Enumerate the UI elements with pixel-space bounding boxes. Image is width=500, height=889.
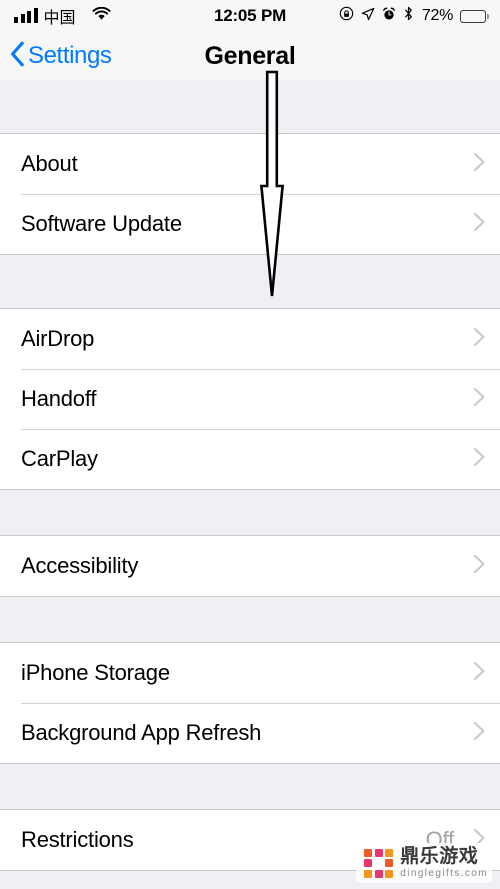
list-item[interactable]: AirDrop [0, 309, 500, 369]
bluetooth-icon [403, 6, 414, 26]
list-item-label: CarPlay [21, 446, 98, 471]
chevron-right-icon [466, 444, 492, 475]
location-arrow-icon [361, 6, 375, 26]
chevron-right-icon [466, 658, 492, 689]
list-item[interactable]: About [0, 134, 500, 194]
status-bar-left: 中国 [14, 4, 250, 28]
wifi-icon [91, 6, 111, 26]
status-bar: 中国 12:05 PM 72% [0, 0, 500, 32]
list-item[interactable]: iPhone Storage [0, 643, 500, 703]
carrier-label: 中国 [43, 8, 76, 27]
list-item[interactable]: Accessibility [0, 536, 500, 596]
battery-icon [460, 9, 489, 23]
list-item[interactable]: Software Update [0, 194, 500, 254]
iphone-screen: 中国 12:05 PM 72% Settings General About S… [0, 0, 500, 889]
chevron-left-icon [10, 41, 25, 72]
back-button[interactable]: Settings [10, 41, 112, 72]
watermark-text: 鼎乐游戏 dinglegifts.com [400, 847, 488, 879]
section-gap [0, 255, 500, 308]
list-item-label: Accessibility [21, 553, 139, 578]
back-button-label: Settings [28, 42, 112, 69]
settings-group: About Software Update [0, 133, 500, 255]
list-item-label: Background App Refresh [21, 720, 262, 745]
settings-list: About Software Update AirDrop Handoff CarPla… [0, 80, 500, 889]
settings-group: AirDrop Handoff CarPlay [0, 308, 500, 490]
list-item[interactable]: Background App Refresh [0, 703, 500, 763]
signal-bars-icon [14, 8, 38, 23]
list-item-label: About [21, 151, 78, 176]
watermark-logo-icon [364, 848, 394, 878]
chevron-right-icon [466, 551, 492, 582]
chevron-right-icon [466, 718, 492, 749]
alarm-clock-icon [382, 6, 396, 26]
settings-group: iPhone Storage Background App Refresh [0, 642, 500, 764]
list-item[interactable]: CarPlay [0, 429, 500, 489]
list-item-label: AirDrop [21, 326, 95, 351]
list-item-label: Handoff [21, 386, 97, 411]
status-bar-right: 72% [250, 6, 489, 26]
watermark-name: 鼎乐游戏 [400, 845, 479, 867]
section-gap [0, 490, 500, 535]
list-item-label: iPhone Storage [21, 660, 170, 685]
list-item-label: Software Update [21, 211, 182, 236]
section-gap [0, 80, 500, 133]
chevron-right-icon [466, 384, 492, 415]
chevron-right-icon [466, 209, 492, 240]
list-item[interactable]: Handoff [0, 369, 500, 429]
section-gap [0, 597, 500, 642]
settings-group: Accessibility [0, 535, 500, 597]
navigation-bar: Settings General [0, 32, 500, 80]
rotation-lock-icon [339, 6, 354, 26]
chevron-right-icon [466, 324, 492, 355]
battery-percent-label: 72% [421, 7, 453, 24]
section-gap [0, 764, 500, 809]
watermark: 鼎乐游戏 dinglegifts.com [356, 843, 492, 883]
chevron-right-icon [466, 149, 492, 180]
watermark-url: dinglegifts.com [400, 868, 488, 879]
